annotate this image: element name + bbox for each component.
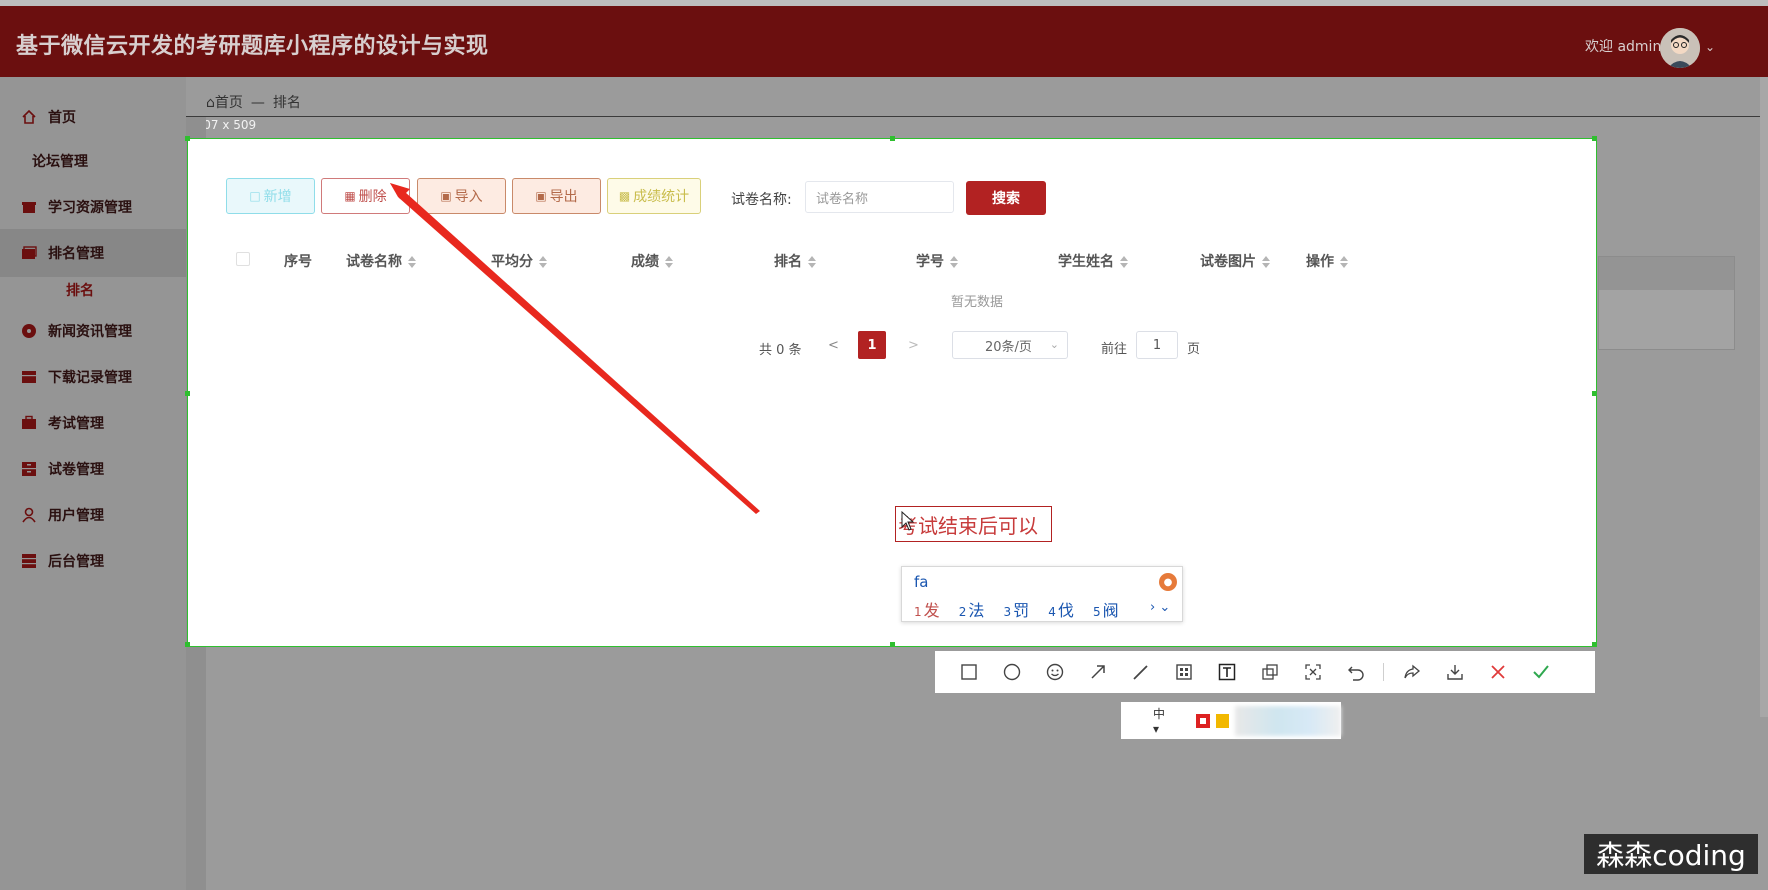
ime-composition: fa	[914, 573, 929, 591]
text-tool-icon[interactable]	[1205, 651, 1248, 693]
annotation-arrow[interactable]	[188, 139, 1598, 648]
archive-icon	[20, 368, 38, 386]
arrow-tool-icon[interactable]	[1076, 651, 1119, 693]
mouse-cursor-icon	[901, 511, 915, 531]
color-palette[interactable]	[1235, 705, 1341, 736]
sidebar-item-exams[interactable]: 考试管理	[0, 399, 186, 447]
archive-icon	[20, 460, 38, 478]
breadcrumb-home[interactable]: 首页	[215, 95, 243, 111]
ellipse-tool-icon[interactable]	[990, 651, 1033, 693]
sidebar-item-label: 考试管理	[48, 416, 104, 432]
ime-candidate[interactable]: 1发	[914, 601, 940, 620]
confirm-check-icon[interactable]	[1519, 651, 1562, 693]
ime-candidate-window[interactable]: fa ● 1发 2法 3罚 4伐 5阀 › ⌄	[901, 566, 1183, 622]
sidebar-item-label: 下载记录管理	[48, 370, 132, 386]
mosaic-tool-icon[interactable]	[1162, 651, 1205, 693]
sidebar-item-label: 学习资源管理	[48, 200, 132, 216]
sidebar-item-label: 新闻资讯管理	[48, 324, 132, 340]
download-icon[interactable]	[1433, 651, 1476, 693]
ime-candidate[interactable]: 5阀	[1093, 601, 1119, 620]
snip-style-toolbar: 中 ▾	[1121, 702, 1341, 739]
capture-selection[interactable]: □ 新增 ▦ 删除 ▣ 导入 ▣ 导出 ▩ 成绩统计 试卷名称: 试卷名称 搜索 序号 试…	[185, 136, 1598, 648]
toolbar-divider	[1383, 663, 1384, 681]
color-swatch-red[interactable]	[1196, 713, 1210, 728]
ime-logo-icon: ●	[1159, 573, 1177, 591]
copy-tool-icon[interactable]	[1248, 651, 1291, 693]
ime-candidate[interactable]: 3罚	[1004, 601, 1030, 620]
sidebar-item-admin[interactable]: 后台管理	[0, 537, 186, 585]
app-title: 基于微信云开发的考研题库小程序的设计与实现	[16, 34, 489, 59]
snip-toolbar	[935, 651, 1595, 693]
ime-candidate[interactable]: 4伐	[1048, 601, 1074, 620]
ocr-tool-icon[interactable]	[1291, 651, 1334, 693]
ime-candidates: 1发 2法 3罚 4伐 5阀	[914, 597, 1133, 621]
sidebar-item-home[interactable]: 首页	[0, 93, 186, 141]
avatar[interactable]	[1660, 28, 1700, 68]
sidebar-item-label: 后台管理	[48, 554, 104, 570]
breadcrumb-current: 排名	[272, 95, 301, 111]
ime-more-icon[interactable]: › ⌄	[1150, 600, 1170, 615]
breadcrumb: ⌂首页 — 排名	[206, 92, 301, 112]
sidebar-item-news[interactable]: 新闻资讯管理	[0, 307, 186, 355]
sidebar-item-downloads[interactable]: 下载记录管理	[0, 353, 186, 401]
welcome-text: 欢迎 admin	[1585, 39, 1662, 55]
sidebar-item-users[interactable]: 用户管理	[0, 491, 186, 539]
dot-icon	[20, 322, 38, 340]
home-icon[interactable]: ⌂	[206, 95, 215, 111]
sidebar-item-label: 用户管理	[48, 508, 104, 524]
selection-guide-line	[186, 116, 1768, 117]
color-swatch-yellow[interactable]	[1215, 713, 1230, 728]
background-table-panel	[1598, 256, 1735, 350]
chevron-down-icon[interactable]: ⌄	[1705, 40, 1715, 54]
rectangle-tool-icon[interactable]	[947, 651, 990, 693]
gift-icon	[20, 198, 38, 216]
scrollbar[interactable]	[1760, 77, 1768, 717]
font-size-select[interactable]: 中 ▾	[1153, 705, 1174, 736]
sidebar-item-papers[interactable]: 试卷管理	[0, 445, 186, 493]
app-header: 基于微信云开发的考研题库小程序的设计与实现 欢迎 admin ⌄	[0, 6, 1768, 77]
sidebar-item-label: 排名管理	[48, 246, 104, 262]
sidebar-item-label: 试卷管理	[48, 462, 104, 478]
sidebar-item-forum[interactable]: 论坛管理	[0, 137, 186, 185]
close-icon[interactable]	[1476, 651, 1519, 693]
sidebar-item-ranking[interactable]: 排名管理	[0, 229, 186, 277]
sidebar-subitem-ranking[interactable]: 排名	[66, 280, 94, 300]
undo-icon[interactable]	[1334, 651, 1377, 693]
watermark: 森森coding	[1584, 834, 1758, 874]
archive-icon	[20, 552, 38, 570]
home-icon	[20, 108, 38, 126]
breadcrumb-separator: —	[250, 95, 265, 111]
briefcase-icon	[20, 414, 38, 432]
user-icon	[20, 506, 38, 524]
annotation-textbox[interactable]: 考试结束后可以	[895, 506, 1052, 542]
sidebar-item-label: 论坛管理	[32, 154, 88, 170]
emoji-tool-icon[interactable]	[1033, 651, 1076, 693]
folder-icon	[20, 244, 38, 262]
pen-tool-icon[interactable]	[1119, 651, 1162, 693]
sidebar: 首页 论坛管理 学习资源管理 排名管理 排名 新闻资讯管理 下载记录管理 考试管…	[0, 77, 186, 890]
sidebar-item-label: 首页	[48, 110, 76, 126]
ime-candidate[interactable]: 2法	[959, 601, 985, 620]
sidebar-item-resources[interactable]: 学习资源管理	[0, 183, 186, 231]
share-icon[interactable]	[1390, 651, 1433, 693]
